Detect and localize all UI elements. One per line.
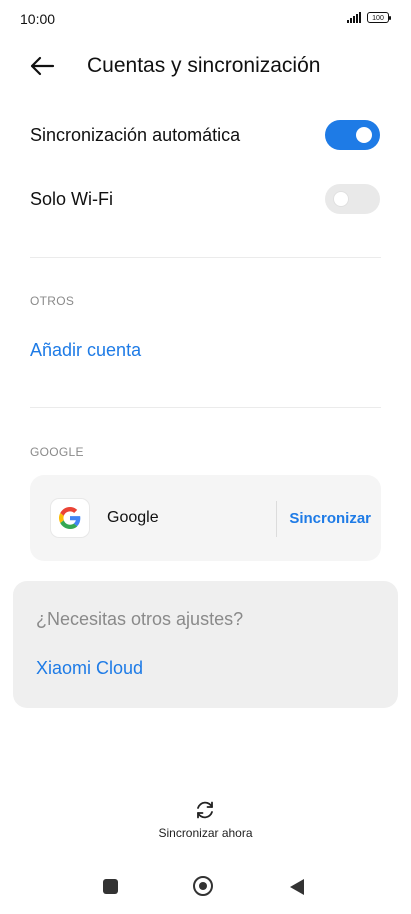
back-arrow-icon[interactable] <box>28 54 56 78</box>
divider <box>30 257 381 258</box>
google-account-name: Google <box>107 509 159 526</box>
more-settings-panel: ¿Necesitas otros ajustes? Xiaomi Cloud <box>13 581 398 708</box>
auto-sync-label: Sincronización automática <box>30 125 241 145</box>
toggle-knob <box>356 127 372 143</box>
recent-apps-icon[interactable] <box>103 879 118 894</box>
section-header-others: OTROS <box>30 294 75 308</box>
divider <box>30 407 381 408</box>
section-header-google: GOOGLE <box>30 445 84 459</box>
page-title: Cuentas y sincronización <box>87 54 321 77</box>
nav-back-icon[interactable] <box>288 878 306 901</box>
home-icon[interactable] <box>193 876 213 896</box>
wifi-only-label: Solo Wi-Fi <box>30 189 114 209</box>
toggle-knob <box>333 191 349 207</box>
sync-icon[interactable] <box>193 798 217 822</box>
battery-level: 100 <box>372 15 384 22</box>
status-icons: 100 <box>347 12 391 23</box>
battery-icon: 100 <box>367 12 391 23</box>
sync-now-button[interactable]: Sincronizar ahora <box>0 826 411 840</box>
auto-sync-toggle[interactable] <box>325 120 380 150</box>
more-settings-question: ¿Necesitas otros ajustes? <box>36 609 244 629</box>
google-account-card[interactable]: Google Sincronizar <box>30 475 381 561</box>
wifi-only-toggle[interactable] <box>325 184 380 214</box>
google-logo-icon <box>51 499 89 537</box>
sync-button[interactable]: Sincronizar <box>289 510 371 527</box>
vertical-divider <box>276 501 277 537</box>
add-account-link[interactable]: Añadir cuenta <box>30 340 141 361</box>
xiaomi-cloud-link[interactable]: Xiaomi Cloud <box>36 658 143 679</box>
signal-icon <box>347 12 361 23</box>
status-time: 10:00 <box>20 11 56 27</box>
